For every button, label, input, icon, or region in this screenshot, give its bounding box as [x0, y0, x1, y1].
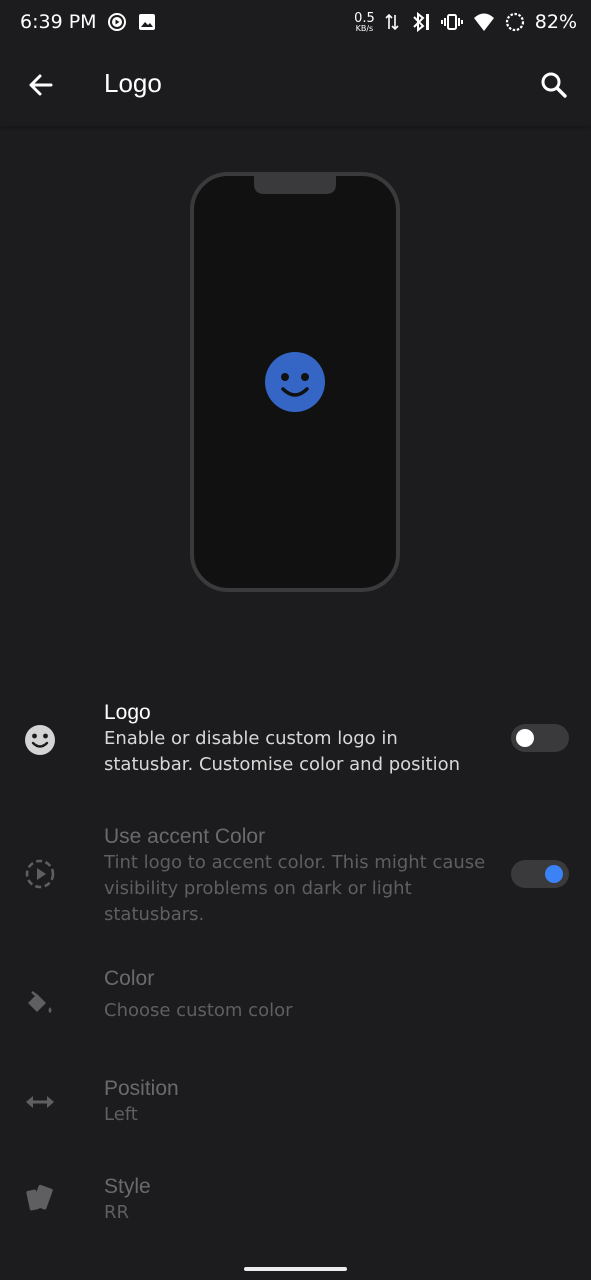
style-cards-icon — [22, 1180, 58, 1216]
data-transfer-icon — [385, 11, 399, 33]
phone-notch — [254, 174, 336, 194]
setting-position-text: Position Left — [104, 1076, 491, 1128]
smiley-face-icon — [265, 352, 325, 412]
image-icon — [137, 12, 157, 32]
status-bar-right: 0.5 KB/s 82% — [354, 11, 577, 33]
setting-color-summary: Choose custom color — [104, 1000, 293, 1021]
net-speed-value: 0.5 — [354, 10, 375, 26]
wifi-icon — [473, 12, 495, 32]
setting-accent-title: Use accent Color — [104, 825, 266, 848]
setting-color[interactable]: Color Choose custom color — [0, 956, 591, 1046]
vibrate-icon — [440, 11, 463, 33]
home-indicator[interactable] — [244, 1267, 347, 1271]
setting-color-title: Color — [104, 967, 155, 990]
setting-position[interactable]: Position Left — [0, 1064, 591, 1154]
app-bar: Logo — [0, 44, 591, 126]
setting-position-title: Position — [104, 1077, 179, 1100]
smiley-face-icon — [22, 722, 58, 758]
logo-toggle[interactable] — [511, 724, 569, 752]
arrow-left-icon — [29, 74, 53, 96]
setting-color-text: Color Choose custom color — [104, 966, 491, 1024]
accent-color-toggle[interactable] — [511, 860, 569, 888]
net-speed-unit: KB/s — [355, 23, 374, 33]
battery-saver-icon — [505, 12, 525, 32]
setting-position-summary: Left — [104, 1104, 138, 1125]
logo-preview — [190, 172, 400, 592]
horizontal-arrows-icon — [22, 1084, 58, 1120]
status-bar-left: 6:39 PM — [20, 11, 157, 33]
setting-style[interactable]: Style RR — [0, 1162, 591, 1252]
setting-style-title: Style — [104, 1175, 151, 1198]
back-button[interactable] — [22, 66, 60, 104]
page-title: Logo — [104, 68, 162, 98]
setting-accent-text: Use accent Color Tint logo to accent col… — [104, 824, 491, 928]
play-circle-dashed-icon — [22, 856, 58, 892]
battery-percent: 82% — [534, 11, 577, 33]
setting-style-text: Style RR — [104, 1174, 491, 1226]
setting-logo-title: Logo — [104, 701, 151, 724]
bluetooth-icon — [409, 11, 431, 33]
toggle-knob — [545, 865, 563, 883]
paint-bucket-icon — [22, 986, 58, 1022]
search-button[interactable] — [535, 66, 573, 104]
toggle-knob — [516, 729, 534, 747]
net-speed: 0.5 KB/s — [354, 12, 375, 33]
setting-style-summary: RR — [104, 1202, 130, 1223]
setting-logo-text: Logo Enable or disable custom logo in st… — [104, 700, 491, 778]
setting-accent-color[interactable]: Use accent Color Tint logo to accent col… — [0, 810, 591, 940]
search-icon — [541, 72, 567, 98]
setting-logo-summary: Enable or disable custom logo in statusb… — [104, 728, 461, 775]
media-play-icon — [107, 12, 127, 32]
status-time: 6:39 PM — [20, 11, 97, 33]
setting-logo[interactable]: Logo Enable or disable custom logo in st… — [0, 686, 591, 786]
setting-accent-summary: Tint logo to accent color. This might ca… — [104, 852, 486, 925]
status-bar: 6:39 PM 0.5 KB/s 82% — [0, 0, 591, 44]
